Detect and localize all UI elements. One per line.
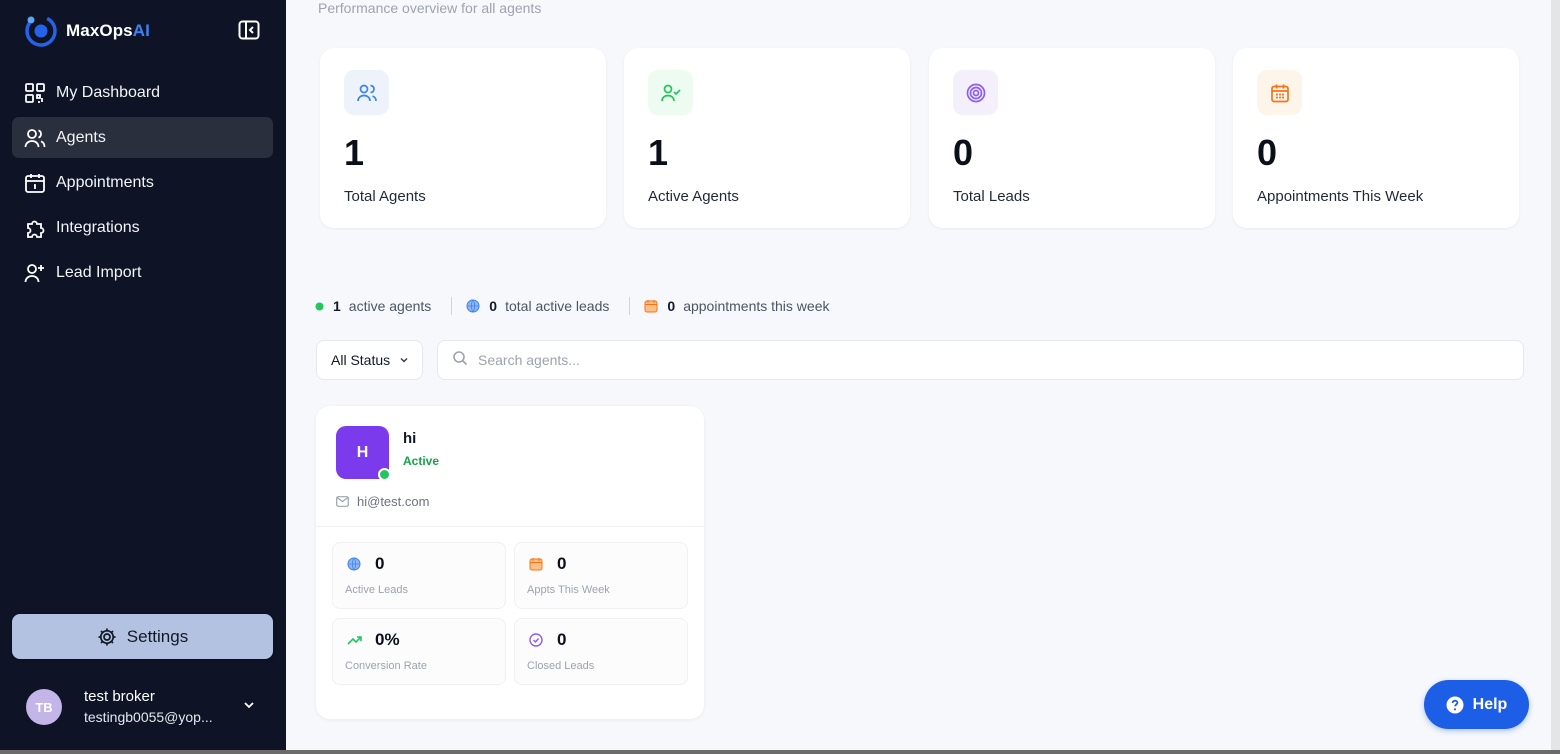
avatar: TB bbox=[26, 689, 62, 725]
sidebar-item-appointments[interactable]: Appointments bbox=[12, 162, 273, 203]
user-info: test broker testingb0055@yop... bbox=[84, 687, 213, 727]
sidebar-item-label: Agents bbox=[56, 128, 106, 146]
stat-value: 0 bbox=[953, 132, 974, 173]
active-dot-icon bbox=[315, 302, 324, 311]
online-status-dot bbox=[378, 468, 391, 481]
metric-label: Closed Leads bbox=[527, 660, 595, 672]
gear-icon bbox=[97, 627, 117, 647]
metric-conversion-rate: 0% Conversion Rate bbox=[332, 618, 506, 685]
divider bbox=[316, 526, 704, 527]
stat-value: 1 bbox=[648, 132, 669, 173]
metric-active-leads: 0 Active Leads bbox=[332, 542, 506, 609]
page-subtitle: Performance overview for all agents bbox=[318, 0, 542, 16]
logo-icon bbox=[22, 12, 60, 50]
sidebar: MaxOpsAI My Dashboard Agents Appointment… bbox=[0, 0, 286, 754]
agent-card[interactable]: H hi Active hi@test.com 0 Active Leads 0… bbox=[316, 406, 704, 719]
sidebar-item-lead-import[interactable]: Lead Import bbox=[12, 252, 273, 293]
stat-label: Total Agents bbox=[344, 188, 426, 205]
summary-bar: 1 active agents 0 total active leads 0 a… bbox=[315, 296, 830, 316]
stat-card-active-agents: 1 Active Agents bbox=[624, 48, 910, 228]
metric-value: 0% bbox=[375, 630, 400, 649]
stat-label: Appointments This Week bbox=[1257, 188, 1424, 205]
help-label: Help bbox=[1472, 695, 1508, 713]
sidebar-item-label: My Dashboard bbox=[56, 83, 161, 101]
metric-appts-this-week: 0 Appts This Week bbox=[514, 542, 688, 609]
target-icon bbox=[953, 70, 998, 115]
search-input[interactable] bbox=[478, 352, 1378, 368]
summary-appts-count: 0 bbox=[667, 298, 676, 314]
agent-email: hi@test.com bbox=[336, 494, 429, 509]
user-menu[interactable]: TB test broker testingb0055@yop... bbox=[26, 686, 266, 728]
summary-active-agents-count: 1 bbox=[333, 298, 341, 314]
sidebar-nav: My Dashboard Agents Appointments Integra… bbox=[12, 72, 273, 297]
status-filter-value: All Status bbox=[331, 352, 391, 368]
stat-value: 1 bbox=[344, 132, 365, 173]
puzzle-icon bbox=[23, 216, 47, 240]
globe-icon bbox=[347, 557, 361, 571]
users-icon bbox=[344, 70, 389, 115]
user-plus-icon bbox=[23, 261, 47, 285]
summary-leads-label: total active leads bbox=[505, 298, 610, 314]
globe-icon bbox=[466, 299, 480, 313]
metric-value: 0 bbox=[557, 630, 567, 649]
chevron-down-icon[interactable] bbox=[242, 698, 256, 717]
metric-value: 0 bbox=[557, 554, 567, 573]
sidebar-item-agents[interactable]: Agents bbox=[12, 117, 273, 158]
metric-closed-leads: 0 Closed Leads bbox=[514, 618, 688, 685]
trending-up-icon bbox=[347, 633, 363, 647]
search-icon bbox=[452, 350, 468, 371]
agent-status-badge: Active bbox=[403, 454, 440, 468]
check-circle-icon bbox=[529, 633, 543, 647]
help-icon bbox=[1446, 696, 1464, 714]
chevron-down-icon bbox=[398, 354, 410, 366]
scrollbar-track[interactable] bbox=[1551, 0, 1560, 754]
stat-value: 0 bbox=[1257, 132, 1278, 173]
settings-button[interactable]: Settings bbox=[12, 614, 273, 659]
summary-active-agents-label: active agents bbox=[348, 298, 432, 314]
calendar-icon bbox=[23, 171, 47, 195]
user-name: test broker bbox=[84, 688, 155, 705]
stat-label: Active Agents bbox=[648, 188, 739, 205]
app-logo[interactable]: MaxOpsAI bbox=[22, 12, 150, 50]
stat-card-appointments-this-week: 0 Appointments This Week bbox=[1233, 48, 1519, 228]
metric-value: 0 bbox=[375, 554, 385, 573]
sidebar-item-label: Appointments bbox=[56, 173, 154, 191]
status-filter-select[interactable]: All Status bbox=[316, 340, 423, 380]
sidebar-item-my-dashboard[interactable]: My Dashboard bbox=[12, 72, 273, 113]
collapse-sidebar-icon[interactable] bbox=[238, 20, 262, 42]
sidebar-item-label: Integrations bbox=[56, 218, 140, 236]
agent-email-text: hi@test.com bbox=[357, 494, 430, 509]
mail-icon bbox=[336, 496, 349, 507]
sidebar-item-integrations[interactable]: Integrations bbox=[12, 207, 273, 248]
calendar-icon bbox=[529, 557, 543, 571]
settings-label: Settings bbox=[126, 626, 189, 646]
help-button[interactable]: Help bbox=[1424, 680, 1529, 729]
summary-leads-count: 0 bbox=[489, 298, 498, 314]
main-content: Performance overview for all agents 1 To… bbox=[286, 0, 1551, 750]
metric-label: Appts This Week bbox=[527, 584, 610, 596]
users-icon bbox=[23, 126, 47, 150]
user-check-icon bbox=[648, 70, 693, 115]
divider bbox=[629, 297, 631, 315]
stat-card-total-agents: 1 Total Agents bbox=[320, 48, 606, 228]
window-bottom-border bbox=[0, 750, 1560, 754]
summary-appts-label: appointments this week bbox=[683, 298, 830, 314]
dashboard-icon bbox=[23, 81, 47, 105]
calendar-icon bbox=[1257, 70, 1302, 115]
stat-label: Total Leads bbox=[953, 188, 1030, 205]
search-box bbox=[437, 340, 1524, 380]
agent-name: hi bbox=[403, 430, 417, 447]
app-name: MaxOpsAI bbox=[66, 21, 150, 40]
stat-card-total-leads: 0 Total Leads bbox=[929, 48, 1215, 228]
metric-label: Conversion Rate bbox=[345, 660, 427, 672]
user-email: testingb0055@yop... bbox=[84, 709, 213, 725]
metric-label: Active Leads bbox=[345, 584, 408, 596]
calendar-icon bbox=[644, 299, 658, 313]
divider bbox=[451, 297, 453, 315]
sidebar-item-label: Lead Import bbox=[56, 263, 142, 281]
